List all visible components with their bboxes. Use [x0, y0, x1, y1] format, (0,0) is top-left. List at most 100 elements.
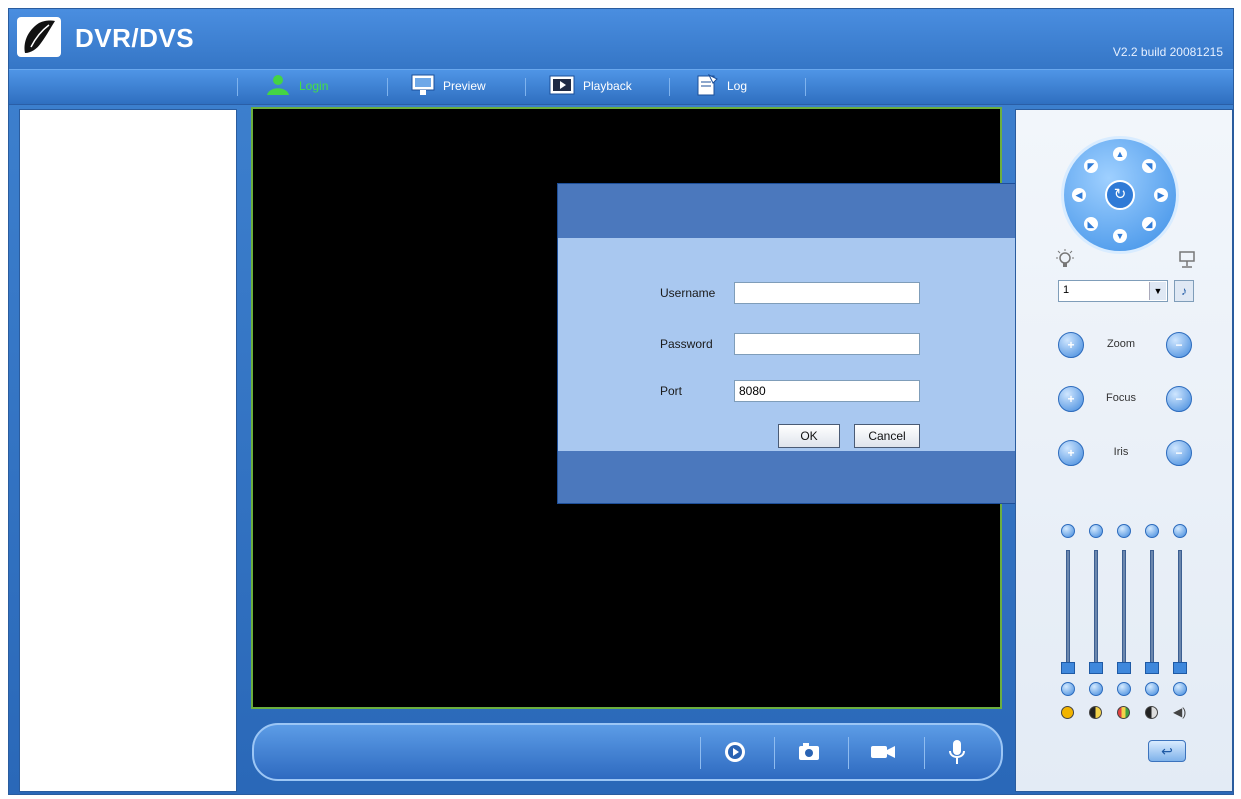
wiper-icon[interactable]	[1176, 248, 1198, 275]
logo-icon	[17, 17, 61, 57]
nav-item-preview[interactable]: Preview	[411, 73, 486, 99]
toolbar-separator	[774, 737, 775, 769]
log-icon	[695, 73, 719, 100]
slider-minus-button[interactable]	[1061, 682, 1075, 696]
saturation-slider[interactable]	[1122, 550, 1126, 670]
user-icon	[265, 74, 291, 99]
ptz-right-icon[interactable]: ▶	[1154, 188, 1168, 202]
nav-separator	[805, 78, 806, 96]
focus-far-button[interactable]: −	[1166, 386, 1192, 412]
slider-plus-button[interactable]	[1117, 524, 1131, 538]
focus-label: Focus	[1106, 392, 1136, 404]
restore-defaults-button[interactable]: ↩	[1148, 740, 1186, 762]
toolbar-separator	[924, 737, 925, 769]
nav-separator	[525, 78, 526, 96]
ptz-auto-icon[interactable]: ↻	[1105, 180, 1135, 210]
username-label: Username	[660, 286, 716, 300]
slider-plus-button[interactable]	[1089, 524, 1103, 538]
nav-separator	[387, 78, 388, 96]
zoom-out-button[interactable]: −	[1166, 332, 1192, 358]
toolbar-separator	[700, 737, 701, 769]
dialog-footer-bar	[558, 451, 1030, 503]
video-toolbar	[252, 723, 1003, 781]
ptz-down-right-icon[interactable]: ◢	[1142, 217, 1156, 231]
zoom-in-button[interactable]: +	[1058, 332, 1084, 358]
dialog-header-bar	[558, 184, 1030, 238]
ptz-up-left-icon[interactable]: ◤	[1084, 159, 1098, 173]
ptz-down-left-icon[interactable]: ◣	[1084, 217, 1098, 231]
hue-slider[interactable]	[1150, 550, 1154, 670]
header-bar: DVR/DVS V2.2 build 20081215	[9, 9, 1233, 69]
slider-plus-button[interactable]	[1173, 524, 1187, 538]
iris-open-button[interactable]: +	[1058, 440, 1084, 466]
brightness-slider-thumb[interactable]	[1061, 662, 1075, 674]
toolbar-separator	[848, 737, 849, 769]
device-tree-panel[interactable]	[19, 109, 237, 792]
preset-select[interactable]: 1 ▼	[1058, 280, 1168, 302]
hue-icon	[1145, 706, 1158, 719]
chevron-down-icon[interactable]: ▼	[1149, 282, 1166, 300]
ok-button[interactable]: OK	[778, 424, 840, 448]
ptz-direction-pad[interactable]: ▲ ▼ ◀ ▶ ◤ ◥ ◣ ◢ ↻	[1061, 136, 1179, 254]
nav-label-playback: Playback	[583, 79, 632, 93]
hue-slider-thumb[interactable]	[1145, 662, 1159, 674]
play-icon	[724, 741, 746, 768]
ptz-up-right-icon[interactable]: ◥	[1142, 159, 1156, 173]
microphone-button[interactable]	[942, 739, 972, 769]
saturation-icon	[1117, 706, 1130, 719]
saturation-slider-thumb[interactable]	[1117, 662, 1131, 674]
slider-plus-button[interactable]	[1061, 524, 1075, 538]
slider-plus-button[interactable]	[1145, 524, 1159, 538]
zoom-label: Zoom	[1106, 338, 1136, 350]
ptz-control-panel: ▲ ▼ ◀ ▶ ◤ ◥ ◣ ◢ ↻ 1 ▼ ♪ + Zoom − + Focus…	[1015, 109, 1233, 792]
nav-label-preview: Preview	[443, 79, 486, 93]
password-label: Password	[660, 337, 713, 351]
volume-slider-thumb[interactable]	[1173, 662, 1187, 674]
version-label: V2.2 build 20081215	[1112, 45, 1223, 59]
contrast-icon	[1089, 706, 1102, 719]
iris-close-button[interactable]: −	[1166, 440, 1192, 466]
slider-minus-button[interactable]	[1173, 682, 1187, 696]
iris-label: Iris	[1113, 446, 1129, 458]
slider-minus-button[interactable]	[1089, 682, 1103, 696]
volume-slider[interactable]	[1178, 550, 1182, 670]
username-input[interactable]	[734, 282, 920, 304]
nav-item-login[interactable]: Login	[265, 73, 328, 99]
preset-value: 1	[1063, 284, 1070, 296]
login-dialog: Username Password Port OK Cancel	[557, 183, 1031, 504]
main-nav: Login Preview Playback Log	[9, 69, 1233, 105]
monitor-icon	[411, 73, 435, 100]
app-window: DVR/DVS V2.2 build 20081215 Login Previe…	[8, 8, 1234, 795]
slider-minus-button[interactable]	[1117, 682, 1131, 696]
cancel-button[interactable]: Cancel	[854, 424, 920, 448]
nav-separator	[237, 78, 238, 96]
focus-near-button[interactable]: +	[1058, 386, 1084, 412]
preset-call-button[interactable]: ♪	[1174, 280, 1194, 302]
snapshot-icon	[797, 742, 821, 767]
port-input[interactable]	[734, 380, 920, 402]
playback-icon	[549, 74, 575, 99]
nav-label-log: Log	[727, 79, 748, 93]
light-icon[interactable]	[1054, 248, 1076, 275]
brightness-icon	[1061, 706, 1074, 719]
ptz-up-icon[interactable]: ▲	[1113, 147, 1127, 161]
volume-icon: ◀)	[1173, 705, 1187, 719]
nav-item-log[interactable]: Log	[695, 73, 747, 99]
app-title: DVR/DVS	[75, 23, 195, 53]
brightness-slider[interactable]	[1066, 550, 1070, 670]
play-button[interactable]	[720, 739, 750, 769]
nav-item-playback[interactable]: Playback	[549, 73, 632, 99]
record-icon	[870, 743, 896, 766]
ptz-left-icon[interactable]: ◀	[1072, 188, 1086, 202]
ptz-down-icon[interactable]: ▼	[1113, 229, 1127, 243]
password-input[interactable]	[734, 333, 920, 355]
slider-minus-button[interactable]	[1145, 682, 1159, 696]
microphone-icon	[948, 739, 966, 770]
nav-label-login: Login	[299, 79, 329, 93]
nav-separator	[669, 78, 670, 96]
snapshot-button[interactable]	[794, 739, 824, 769]
port-label: Port	[660, 384, 683, 398]
contrast-slider[interactable]	[1094, 550, 1098, 670]
record-button[interactable]	[868, 739, 898, 769]
contrast-slider-thumb[interactable]	[1089, 662, 1103, 674]
